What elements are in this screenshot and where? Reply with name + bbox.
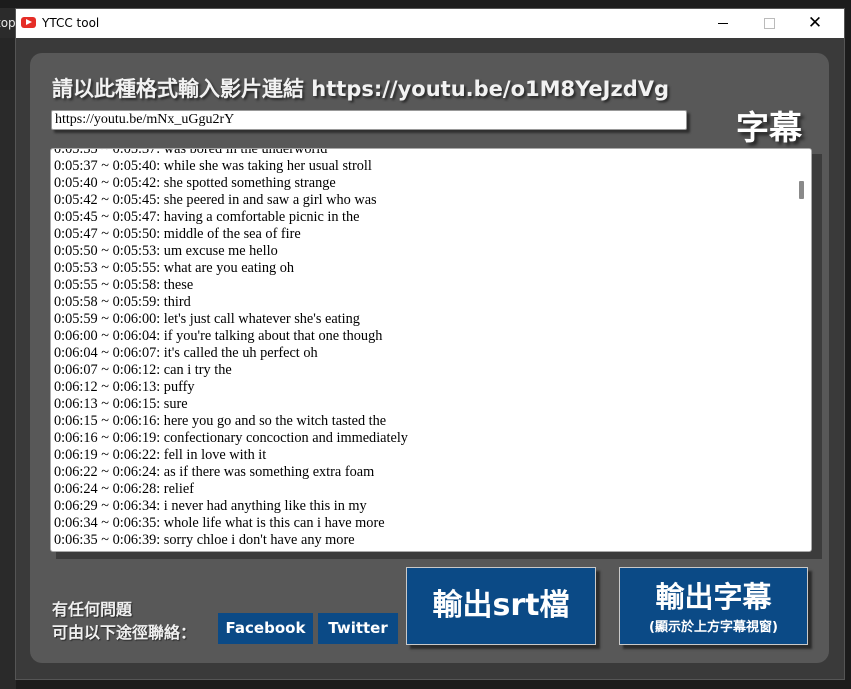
- subtitle-line: 0:05:50 ~ 0:05:53: um excuse me hello: [54, 243, 278, 259]
- url-input[interactable]: [51, 110, 687, 130]
- subtitle-line: 0:05:47 ~ 0:05:50: middle of the sea of …: [54, 226, 301, 242]
- subtitle-line: 0:05:59 ~ 0:06:00: let's just call whate…: [54, 311, 360, 327]
- subtitle-line: 0:05:37 ~ 0:05:40: while she was taking …: [54, 158, 372, 174]
- youtube-icon: [21, 17, 36, 28]
- facebook-button[interactable]: Facebook: [218, 613, 313, 644]
- desktop-background: top YTCC tool ✕ 請以此種格式輸入影片連結 https://you…: [0, 0, 851, 689]
- subtitle-line: 0:06:22 ~ 0:06:24: as if there was somet…: [54, 464, 375, 480]
- subtitle-line: 0:06:00 ~ 0:06:04: if you're talking abo…: [54, 328, 383, 344]
- subtitle-line: 0:06:24 ~ 0:06:28: relief: [54, 481, 194, 497]
- subtitle-text-area[interactable]: 0:05:35 ~ 0:05:37: was bored in the unde…: [50, 148, 812, 552]
- subtitle-lines: 0:05:35 ~ 0:05:37: was bored in the unde…: [54, 148, 794, 549]
- main-panel: 請以此種格式輸入影片連結 https://youtu.be/o1M8YeJzdV…: [30, 53, 829, 663]
- subtitle-line: 0:06:16 ~ 0:06:19: confectionary concoct…: [54, 430, 408, 446]
- export-subtitle-button[interactable]: 輸出字幕 (顯示於上方字幕視窗): [619, 567, 808, 645]
- subtitle-line: 0:05:40 ~ 0:05:42: she spotted something…: [54, 175, 336, 191]
- contact-line-1: 有任何問題: [52, 600, 133, 619]
- close-icon: ✕: [807, 13, 823, 33]
- app-window: YTCC tool ✕ 請以此種格式輸入影片連結 https://youtu.b…: [15, 8, 845, 680]
- subtitle-line: 0:05:45 ~ 0:05:47: having a comfortable …: [54, 209, 360, 225]
- subtitle-line: 0:06:15 ~ 0:06:16: here you go and so th…: [54, 413, 387, 429]
- subtitle-line: 0:06:35 ~ 0:06:39: sorry chloe i don't h…: [54, 532, 355, 548]
- background-band-lower: [0, 90, 16, 689]
- title-bar[interactable]: YTCC tool ✕: [16, 9, 844, 38]
- contact-info: 有任何問題 可由以下途徑聯絡：: [52, 598, 196, 644]
- subtitle-line: 0:05:42 ~ 0:05:45: she peered in and saw…: [54, 192, 377, 208]
- subtitle-line: 0:05:35 ~ 0:05:37: was bored in the unde…: [54, 148, 328, 157]
- subtitle-line: 0:05:58 ~ 0:05:59: third: [54, 294, 191, 310]
- background-window-fragment: top: [0, 8, 16, 38]
- twitter-button[interactable]: Twitter: [318, 613, 398, 644]
- subtitle-line: 0:06:12 ~ 0:06:13: puffy: [54, 379, 195, 395]
- maximize-button[interactable]: [746, 9, 792, 38]
- subtitle-line: 0:06:04 ~ 0:06:07: it's called the uh pe…: [54, 345, 318, 361]
- contact-line-2: 可由以下途徑聯絡：: [52, 623, 197, 642]
- subtitle-line: 0:06:29 ~ 0:06:34: i never had anything …: [54, 498, 367, 514]
- export-subtitle-label: 輸出字幕: [655, 580, 772, 614]
- export-srt-button[interactable]: 輸出srt檔: [406, 567, 596, 645]
- subtitle-line: 0:06:07 ~ 0:06:12: can i try the: [54, 362, 232, 378]
- subtitle-line: 0:05:53 ~ 0:05:55: what are you eating o…: [54, 260, 295, 276]
- page-title: 請以此種格式輸入影片連結 https://youtu.be/o1M8YeJzdV…: [52, 77, 670, 101]
- background-band: [0, 38, 16, 90]
- subtitle-line: 0:06:34 ~ 0:06:35: whole life what is th…: [54, 515, 385, 531]
- subtitle-section-label: 字幕: [736, 108, 802, 147]
- minimize-button[interactable]: [700, 9, 746, 38]
- scrollbar[interactable]: [794, 149, 811, 551]
- close-button[interactable]: ✕: [792, 9, 838, 38]
- export-subtitle-sublabel: (顯示於上方字幕視窗): [649, 620, 778, 635]
- background-window-text: top: [0, 16, 16, 30]
- scrollbar-thumb[interactable]: [799, 181, 804, 199]
- window-title: YTCC tool: [42, 16, 100, 30]
- subtitle-line: 0:05:55 ~ 0:05:58: these: [54, 277, 194, 293]
- subtitle-line: 0:06:13 ~ 0:06:15: sure: [54, 396, 188, 412]
- subtitle-line: 0:06:19 ~ 0:06:22: fell in love with it: [54, 447, 267, 463]
